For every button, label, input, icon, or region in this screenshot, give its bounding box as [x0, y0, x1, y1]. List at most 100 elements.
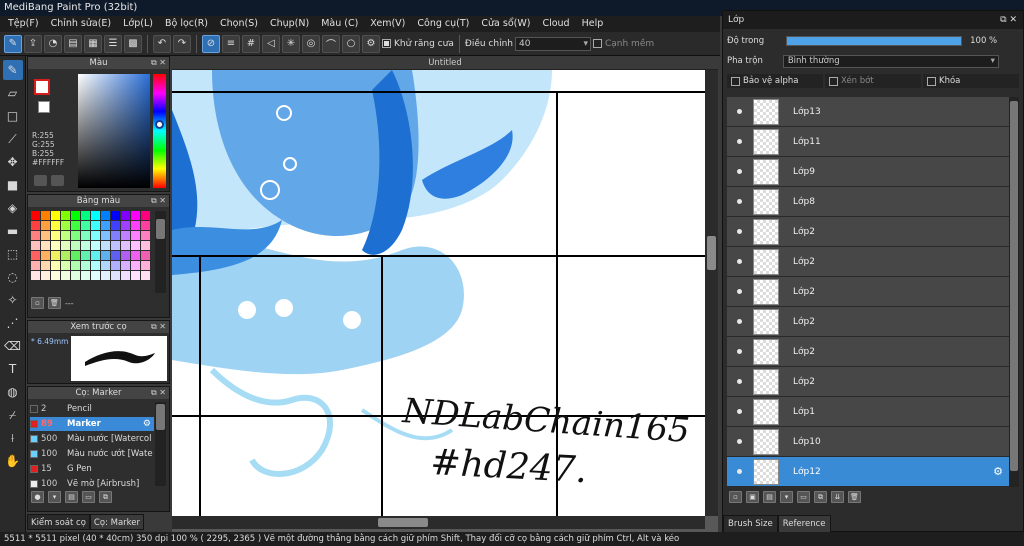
- soft-edge-checkbox[interactable]: Cạnh mềm: [592, 39, 654, 49]
- palette-swatch[interactable]: [81, 251, 90, 260]
- redo-icon[interactable]: ↷: [173, 34, 191, 53]
- brush-mode-icon[interactable]: ✎: [4, 34, 22, 53]
- palette-swatch[interactable]: [61, 241, 70, 250]
- palette-swatch[interactable]: [31, 231, 40, 240]
- palette-swatch[interactable]: [71, 231, 80, 240]
- palette-swatch[interactable]: [71, 241, 80, 250]
- palette-swatch[interactable]: [41, 251, 50, 260]
- palette-swatch[interactable]: [51, 241, 60, 250]
- brush-scrollbar[interactable]: [155, 402, 166, 486]
- layer-item[interactable]: Lớp2: [727, 247, 1009, 277]
- palette-swatch[interactable]: [131, 221, 140, 230]
- palette-swatch[interactable]: [61, 251, 70, 260]
- main-color-swatch[interactable]: [34, 79, 50, 95]
- layer-item[interactable]: Lớp2: [727, 217, 1009, 247]
- palette-swatch[interactable]: [41, 241, 50, 250]
- palette-swatch[interactable]: [61, 221, 70, 230]
- palette-swatch[interactable]: [91, 271, 100, 280]
- document-icon[interactable]: ▤: [64, 34, 82, 53]
- brush-item[interactable]: 100 Vẽ mờ [Airbrush]: [30, 477, 154, 491]
- antialias-checkbox[interactable]: Khử răng cưa: [382, 39, 454, 49]
- select-pen-tool-icon[interactable]: ⋰: [3, 313, 23, 333]
- visibility-icon[interactable]: [733, 346, 745, 358]
- snap-off-icon[interactable]: ⊘: [202, 34, 220, 53]
- tab-brush-size[interactable]: Brush Size: [723, 515, 778, 533]
- palette-swatch[interactable]: [31, 211, 40, 220]
- palette-swatch[interactable]: [131, 271, 140, 280]
- layer-item[interactable]: Lớp1: [727, 397, 1009, 427]
- grid-icon[interactable]: ▩: [124, 34, 142, 53]
- new-palette-icon[interactable]: ▫: [31, 297, 44, 309]
- layer-item[interactable]: Lớp8: [727, 187, 1009, 217]
- palette-swatch[interactable]: [121, 241, 130, 250]
- menu-item[interactable]: Màu (C): [315, 16, 364, 32]
- gear-icon[interactable]: ⚙: [143, 419, 151, 429]
- palette-swatch[interactable]: [141, 241, 150, 250]
- text-tool-icon[interactable]: T: [3, 359, 23, 379]
- panel-window-icons[interactable]: ⧉ ✕: [151, 57, 166, 69]
- duplicate-layer-icon[interactable]: ⧉: [814, 491, 827, 503]
- palette-swatch[interactable]: [91, 241, 100, 250]
- antialias-check-icon[interactable]: [382, 39, 391, 48]
- brush-tool-icon[interactable]: ✎: [2, 60, 23, 80]
- brush-item[interactable]: 500 Màu nước [Watercol: [30, 432, 154, 446]
- palette-swatch[interactable]: [31, 271, 40, 280]
- visibility-icon[interactable]: [733, 196, 745, 208]
- palette-swatch[interactable]: [51, 221, 60, 230]
- palette-swatch[interactable]: [71, 251, 80, 260]
- palette-swatch[interactable]: [141, 261, 150, 270]
- layer-item[interactable]: Lớp2: [727, 367, 1009, 397]
- palette-swatch[interactable]: [91, 221, 100, 230]
- palette-swatch[interactable]: [141, 271, 150, 280]
- curve-snap-icon[interactable]: ⌒: [322, 34, 340, 53]
- panel-window-icons[interactable]: ⧉ ✕: [151, 321, 166, 333]
- tab-brush-control[interactable]: Kiểm soát cọ: [27, 514, 90, 530]
- adjust-dropdown[interactable]: 40: [514, 36, 591, 51]
- layer-scrollbar[interactable]: [1009, 97, 1019, 487]
- new-8bit-layer-icon[interactable]: ▤: [763, 491, 776, 503]
- magic-wand-tool-icon[interactable]: ✧: [3, 290, 23, 310]
- palette-swatch[interactable]: [71, 211, 80, 220]
- brush-item[interactable]: 89 Marker ⚙: [30, 417, 154, 431]
- layer-item[interactable]: Lớp2: [727, 277, 1009, 307]
- visibility-icon[interactable]: [733, 316, 745, 328]
- palette-swatch[interactable]: [61, 211, 70, 220]
- visibility-icon[interactable]: [733, 436, 745, 448]
- lasso-tool-icon[interactable]: ◌: [3, 267, 23, 287]
- menu-item[interactable]: Chỉnh sửa(E): [45, 16, 118, 32]
- brush-settings-icon[interactable]: ▤: [65, 491, 78, 503]
- palette-swatch[interactable]: [91, 211, 100, 220]
- palette-swatch[interactable]: [51, 271, 60, 280]
- palette-swatch[interactable]: [111, 271, 120, 280]
- delete-palette-icon[interactable]: 🗑: [48, 297, 61, 309]
- gear-icon[interactable]: ⚙: [993, 465, 1003, 478]
- gradient-tool-icon[interactable]: ▬: [3, 221, 23, 241]
- palette-scroll-thumb[interactable]: [156, 219, 165, 239]
- balloon-tool-icon[interactable]: ◍: [3, 382, 23, 402]
- palette-swatch[interactable]: [31, 241, 40, 250]
- tab-brush-marker[interactable]: Cọ: Marker: [89, 514, 144, 530]
- opacity-slider[interactable]: [786, 36, 963, 46]
- visibility-icon[interactable]: [733, 226, 745, 238]
- palette-swatch[interactable]: [41, 231, 50, 240]
- palette-swatch[interactable]: [81, 261, 90, 270]
- palette-swatch[interactable]: [31, 251, 40, 260]
- move-tool-icon[interactable]: ✥: [3, 152, 23, 172]
- brush-folder-icon[interactable]: ▭: [82, 491, 95, 503]
- radial-snap-icon[interactable]: ✳: [282, 34, 300, 53]
- parallel-snap-icon[interactable]: ≡: [222, 34, 240, 53]
- visibility-icon[interactable]: [733, 286, 745, 298]
- menu-item[interactable]: Cửa sổ(W): [475, 16, 536, 32]
- eraser-tool-icon[interactable]: ▱: [3, 83, 23, 103]
- protect-alpha-check-icon[interactable]: [731, 76, 740, 86]
- hue-thumb[interactable]: [155, 120, 164, 129]
- brush-item[interactable]: 15 G Pen: [30, 462, 154, 476]
- palette-swatch[interactable]: [51, 211, 60, 220]
- palette-scrollbar[interactable]: [155, 211, 166, 293]
- list-icon[interactable]: ☰: [104, 34, 122, 53]
- canvas-tab[interactable]: Untitled: [172, 56, 718, 70]
- palette-swatch[interactable]: [141, 251, 150, 260]
- layer-item[interactable]: Lớp2: [727, 307, 1009, 337]
- lock-checkbox[interactable]: Khóa: [923, 74, 1019, 88]
- palette-swatch[interactable]: [31, 221, 40, 230]
